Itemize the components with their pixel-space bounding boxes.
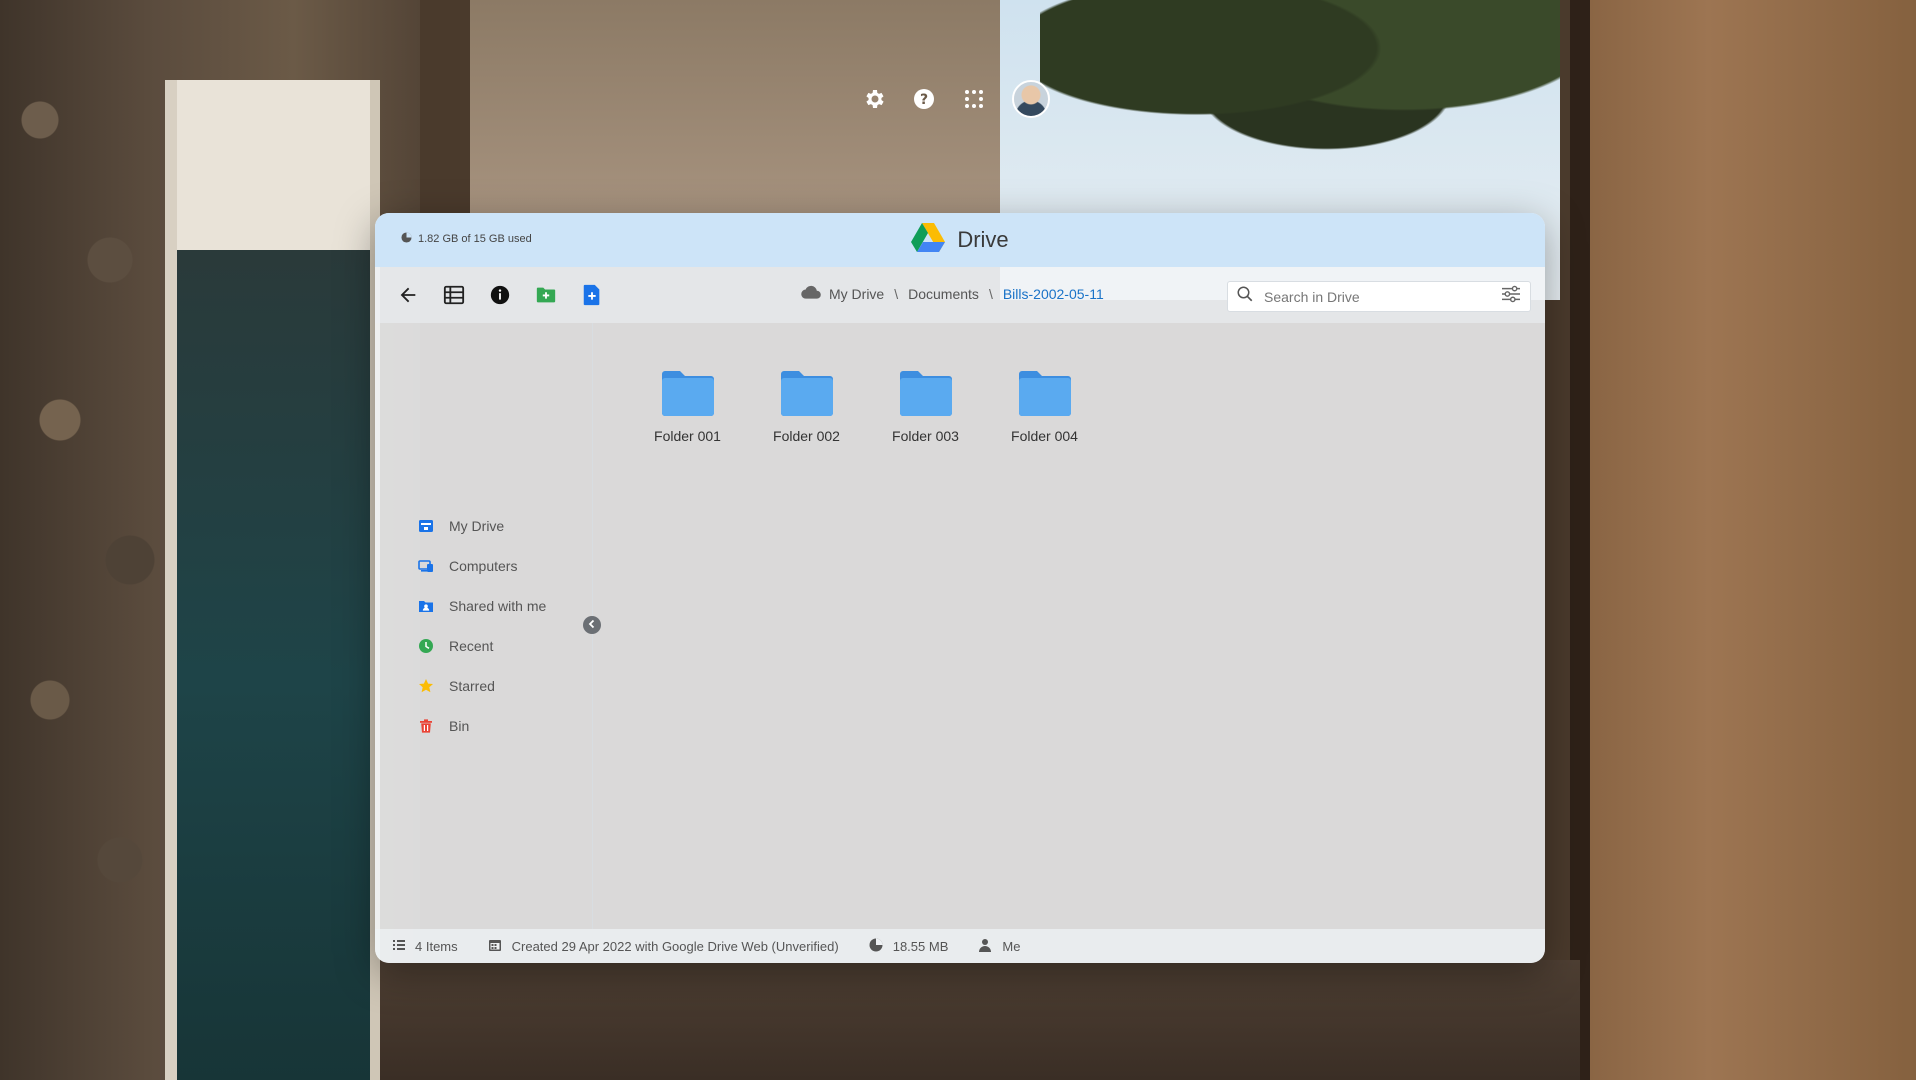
folder-item[interactable]: Folder 004 xyxy=(1000,368,1089,444)
back-arrow-icon[interactable] xyxy=(395,282,421,308)
sidebar-item-shared-with-me[interactable]: Shared with me xyxy=(417,595,546,617)
sidebar-item-my-drive[interactable]: My Drive xyxy=(417,515,546,537)
wallpaper-doorway xyxy=(165,80,380,1080)
created-text: Created 29 Apr 2022 with Google Drive We… xyxy=(511,938,839,954)
list-view-icon[interactable] xyxy=(441,282,467,308)
pie-chart-icon xyxy=(869,938,883,955)
sidebar-item-label: My Drive xyxy=(449,518,505,534)
folder-item[interactable]: Folder 002 xyxy=(762,368,851,444)
sidebar-item-label: Recent xyxy=(449,638,494,654)
folder-name: Folder 004 xyxy=(1011,428,1078,444)
folder-item[interactable]: Folder 001 xyxy=(643,368,732,444)
folder-name: Folder 002 xyxy=(773,428,840,444)
avatar[interactable] xyxy=(1012,80,1050,118)
calendar-icon xyxy=(488,938,502,955)
shared-icon xyxy=(417,597,435,615)
status-owner: Me xyxy=(978,938,1020,955)
title-bar: 1.82 GB of 15 GB used Drive xyxy=(375,213,1545,267)
sidebar-item-label: Starred xyxy=(449,678,495,694)
window-title: Drive xyxy=(957,227,1009,252)
wallpaper-ground xyxy=(380,960,1580,1080)
sidebar-item-label: Computers xyxy=(449,558,518,574)
info-icon[interactable] xyxy=(487,282,513,308)
folder-icon xyxy=(780,371,833,416)
storage-text: 1.82 GB of 15 GB used xyxy=(418,233,532,245)
person-icon xyxy=(978,938,992,955)
status-size: 18.55 MB xyxy=(869,938,949,955)
search-icon[interactable] xyxy=(1236,285,1254,308)
computers-icon xyxy=(417,557,435,575)
file-area: Folder 001 Folder 002 Folder 003 Folder … xyxy=(593,323,1545,929)
folder-grid: Folder 001 Folder 002 Folder 003 Folder … xyxy=(643,368,1089,444)
sidebar-item-label: Shared with me xyxy=(449,598,547,614)
app-title: Drive xyxy=(911,222,1009,258)
toolbar: My Drive \ Documents \ Bills-2002-05-11 xyxy=(375,267,1545,323)
wallpaper-tree xyxy=(1040,0,1560,180)
shell-topbar: ? xyxy=(860,80,1050,118)
size-text: 18.55 MB xyxy=(892,938,949,954)
trash-icon xyxy=(417,717,435,735)
storage-indicator[interactable]: 1.82 GB of 15 GB used xyxy=(401,232,532,246)
items-count: 4 Items xyxy=(415,938,458,954)
cloud-icon xyxy=(801,285,821,302)
clock-icon xyxy=(417,637,435,655)
breadcrumb-current[interactable]: Bills-2002-05-11 xyxy=(1003,286,1104,302)
drive-logo-icon xyxy=(911,222,946,258)
sidebar-item-computers[interactable]: Computers xyxy=(417,555,546,577)
search-box xyxy=(1227,281,1531,312)
status-items: 4 Items xyxy=(393,939,458,954)
breadcrumb-documents[interactable]: Documents xyxy=(908,286,979,302)
sidebar-item-starred[interactable]: Starred xyxy=(417,675,546,697)
folder-icon xyxy=(899,371,952,416)
status-created: Created 29 Apr 2022 with Google Drive We… xyxy=(488,938,839,955)
my-drive-icon xyxy=(417,517,435,535)
breadcrumb-separator: \ xyxy=(988,285,993,302)
pie-chart-icon xyxy=(401,232,412,246)
filter-options-icon[interactable] xyxy=(1500,285,1522,308)
help-icon[interactable]: ? xyxy=(910,85,938,113)
breadcrumb: My Drive \ Documents \ Bills-2002-05-11 xyxy=(801,285,1104,302)
breadcrumb-my-drive[interactable]: My Drive xyxy=(829,286,884,302)
sidebar-item-recent[interactable]: Recent xyxy=(417,635,546,657)
folder-name: Folder 003 xyxy=(892,428,959,444)
sidebar: My Drive Computers Shared with me Recent… xyxy=(375,323,601,929)
status-bar: 4 Items Created 29 Apr 2022 with Google … xyxy=(375,929,1545,963)
main-area: My Drive Computers Shared with me Recent… xyxy=(375,323,1545,929)
wallpaper-right-wall xyxy=(1570,0,1916,1080)
list-icon xyxy=(393,939,405,954)
drive-window: 1.82 GB of 15 GB used Drive My Drive \ D… xyxy=(375,213,1545,963)
folder-icon xyxy=(661,371,714,416)
search-input[interactable] xyxy=(1264,288,1500,305)
folder-icon xyxy=(1018,371,1071,416)
svg-text:?: ? xyxy=(920,92,928,108)
new-folder-icon[interactable] xyxy=(533,282,559,308)
owner-text: Me xyxy=(1002,938,1021,954)
sidebar-nav: My Drive Computers Shared with me Recent… xyxy=(417,515,546,737)
sidebar-item-label: Bin xyxy=(449,718,470,734)
new-file-icon[interactable] xyxy=(579,282,605,308)
gear-icon[interactable] xyxy=(860,85,888,113)
folder-name: Folder 001 xyxy=(654,428,721,444)
star-icon xyxy=(417,677,435,695)
apps-grid-icon[interactable] xyxy=(960,85,988,113)
breadcrumb-separator: \ xyxy=(894,285,899,302)
folder-item[interactable]: Folder 003 xyxy=(881,368,970,444)
toolbar-actions xyxy=(395,282,605,308)
sidebar-item-bin[interactable]: Bin xyxy=(417,715,546,737)
